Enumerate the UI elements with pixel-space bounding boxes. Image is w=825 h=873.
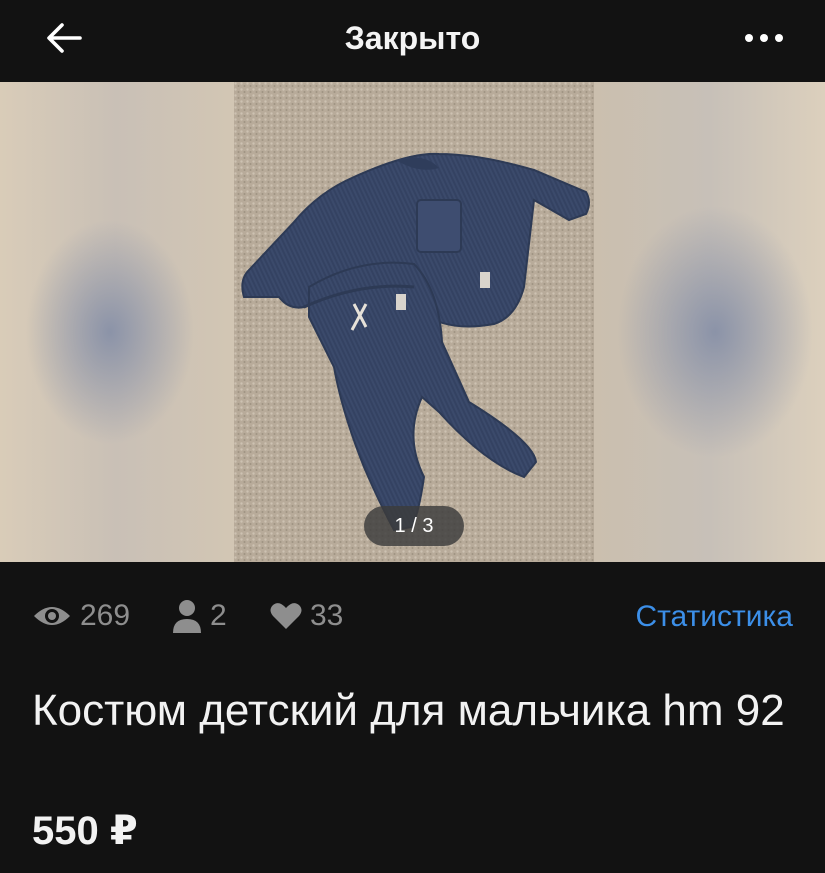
- heart-icon: [270, 603, 302, 629]
- contacts-stat: 2: [172, 590, 227, 642]
- stats-row: 269 2 33 Статистика: [0, 590, 825, 642]
- eye-icon: [34, 607, 70, 625]
- arrow-left-icon: [47, 23, 82, 53]
- favorites-stat: 33: [270, 590, 343, 642]
- product-photo-image: [234, 82, 594, 562]
- more-horizontal-icon: [745, 34, 783, 42]
- person-icon: [173, 600, 201, 633]
- statistics-link[interactable]: Статистика: [635, 590, 793, 642]
- top-bar: Закрыто: [0, 0, 825, 80]
- views-count: 269: [80, 599, 131, 632]
- favorites-count: 33: [310, 599, 344, 632]
- photo-gallery[interactable]: 1 / 3: [0, 82, 825, 562]
- page-title: Закрыто: [344, 20, 481, 56]
- views-stat: 269: [32, 590, 130, 642]
- product-price: 550 ₽: [32, 809, 138, 853]
- back-button[interactable]: [44, 18, 84, 58]
- contacts-count: 2: [210, 599, 227, 632]
- product-photo[interactable]: [234, 82, 594, 562]
- more-button[interactable]: [741, 20, 787, 56]
- product-title: Костюм детский для мальчика hm 92: [32, 686, 785, 735]
- photo-counter: 1 / 3: [364, 506, 464, 546]
